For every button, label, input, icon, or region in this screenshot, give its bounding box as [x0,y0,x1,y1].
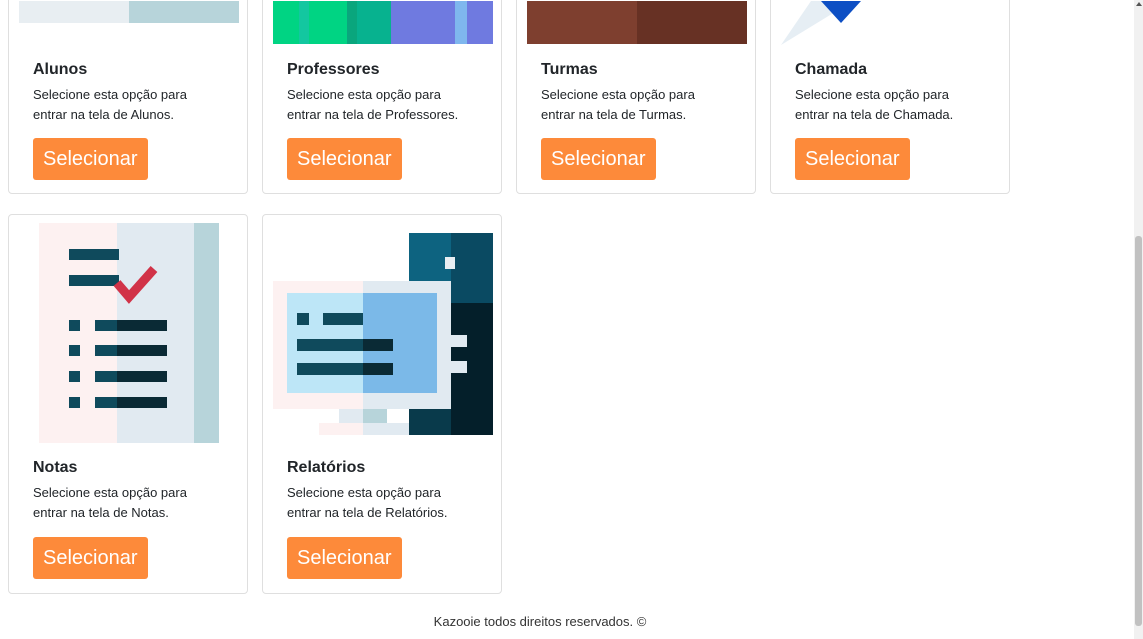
card-title: Professores [287,61,380,78]
reports-illustration [273,223,493,443]
card-title: Turmas [541,61,598,78]
card-professores: Professores Selecione esta opção para ent… [262,0,502,194]
select-turmas-button[interactable]: Selecionar [541,138,656,180]
card-description: Selecione esta opção para entrar na tela … [287,485,448,520]
teachers-illustration [273,1,493,44]
card-title: Relatórios [287,459,366,476]
card-turmas: Turmas Selecione esta opção para entrar n… [516,0,756,194]
select-professores-button[interactable]: Selecionar [287,138,402,180]
card-relatorios: Relatórios Selecione esta opção para entr… [262,214,502,594]
card-description: Selecione esta opção para entrar na tela … [33,485,187,520]
classes-illustration [527,1,747,44]
card-title: Notas [33,459,78,476]
card-chamada: Chamada Selecione esta opção para entrar … [770,0,1010,194]
select-notas-button[interactable]: Selecionar [33,537,148,579]
card-alunos: Alunos Selecione esta opção para entrar n… [8,0,248,194]
select-chamada-button[interactable]: Selecionar [795,138,910,180]
select-relatorios-button[interactable]: Selecionar [287,537,402,579]
card-description: Selecione esta opção para entrar na tela … [287,87,459,122]
vertical-scrollbar[interactable] [1134,0,1143,639]
card-title: Chamada [795,61,868,78]
card-description: Selecione esta opção para entrar na tela … [33,87,187,122]
card-title: Alunos [33,61,88,78]
card-description: Selecione esta opção para entrar na tela … [795,87,954,122]
card-notas: Notas Selecione esta opção para entrar na… [8,214,248,594]
select-alunos-button[interactable]: Selecionar [33,138,148,180]
students-illustration [19,1,239,23]
grades-illustration [19,223,239,443]
scroll-up-icon[interactable] [1136,2,1142,6]
card-description: Selecione esta opção para entrar na tela … [541,87,695,122]
attendance-illustration [781,1,1001,45]
footer-copyright: Kazooie todos direitos reservados. © [433,614,647,629]
scrollbar-thumb[interactable] [1135,236,1142,626]
